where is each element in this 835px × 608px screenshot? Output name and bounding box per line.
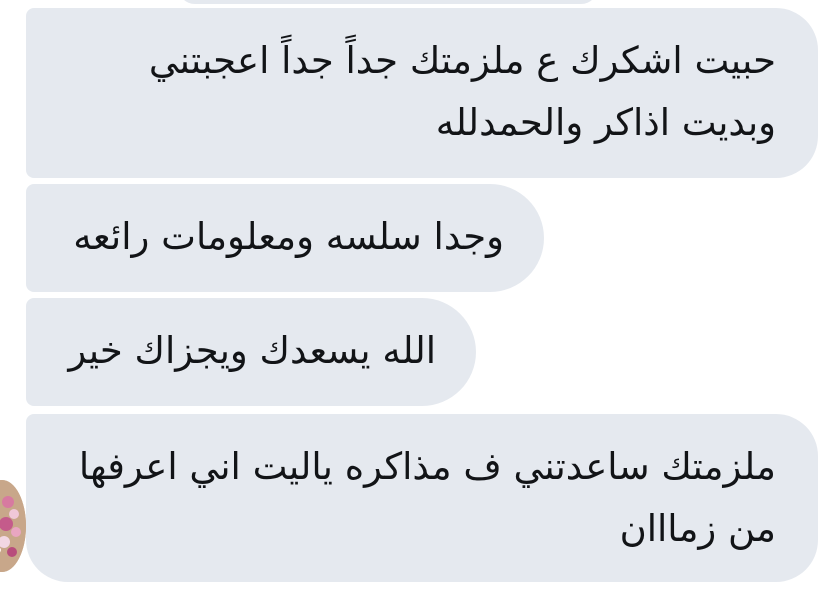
message-bubble-3[interactable]: الله يسعدك ويجزاك خير bbox=[26, 298, 476, 406]
message-4-line-1: ملزمتك ساعدتني ف مذاكره ياليت اني اعرفها bbox=[78, 445, 776, 488]
flower-avatar-icon bbox=[0, 480, 26, 572]
message-1-line-2: وبديت اذاكر والحمدلله bbox=[435, 101, 776, 144]
message-1-line-1: حبيت اشكرك ع ملزمتك جداً جداً اعجبتني bbox=[148, 39, 776, 82]
previous-message-bubble[interactable] bbox=[178, 0, 598, 4]
message-3-line-1: الله يسعدك ويجزاك خير bbox=[68, 329, 436, 372]
message-bubble-2[interactable]: وجدا سلسه ومعلومات رائعه bbox=[26, 184, 544, 292]
message-bubble-1[interactable]: حبيت اشكرك ع ملزمتك جداً جداً اعجبتني وب… bbox=[26, 8, 818, 178]
message-bubble-4[interactable]: ملزمتك ساعدتني ف مذاكره ياليت اني اعرفها… bbox=[26, 414, 818, 582]
sender-avatar[interactable] bbox=[0, 480, 26, 572]
message-4-line-2: من زمااان bbox=[619, 507, 776, 550]
chat-thread: حبيت اشكرك ع ملزمتك جداً جداً اعجبتني وب… bbox=[0, 0, 835, 608]
message-2-line-1: وجدا سلسه ومعلومات رائعه bbox=[73, 215, 504, 258]
